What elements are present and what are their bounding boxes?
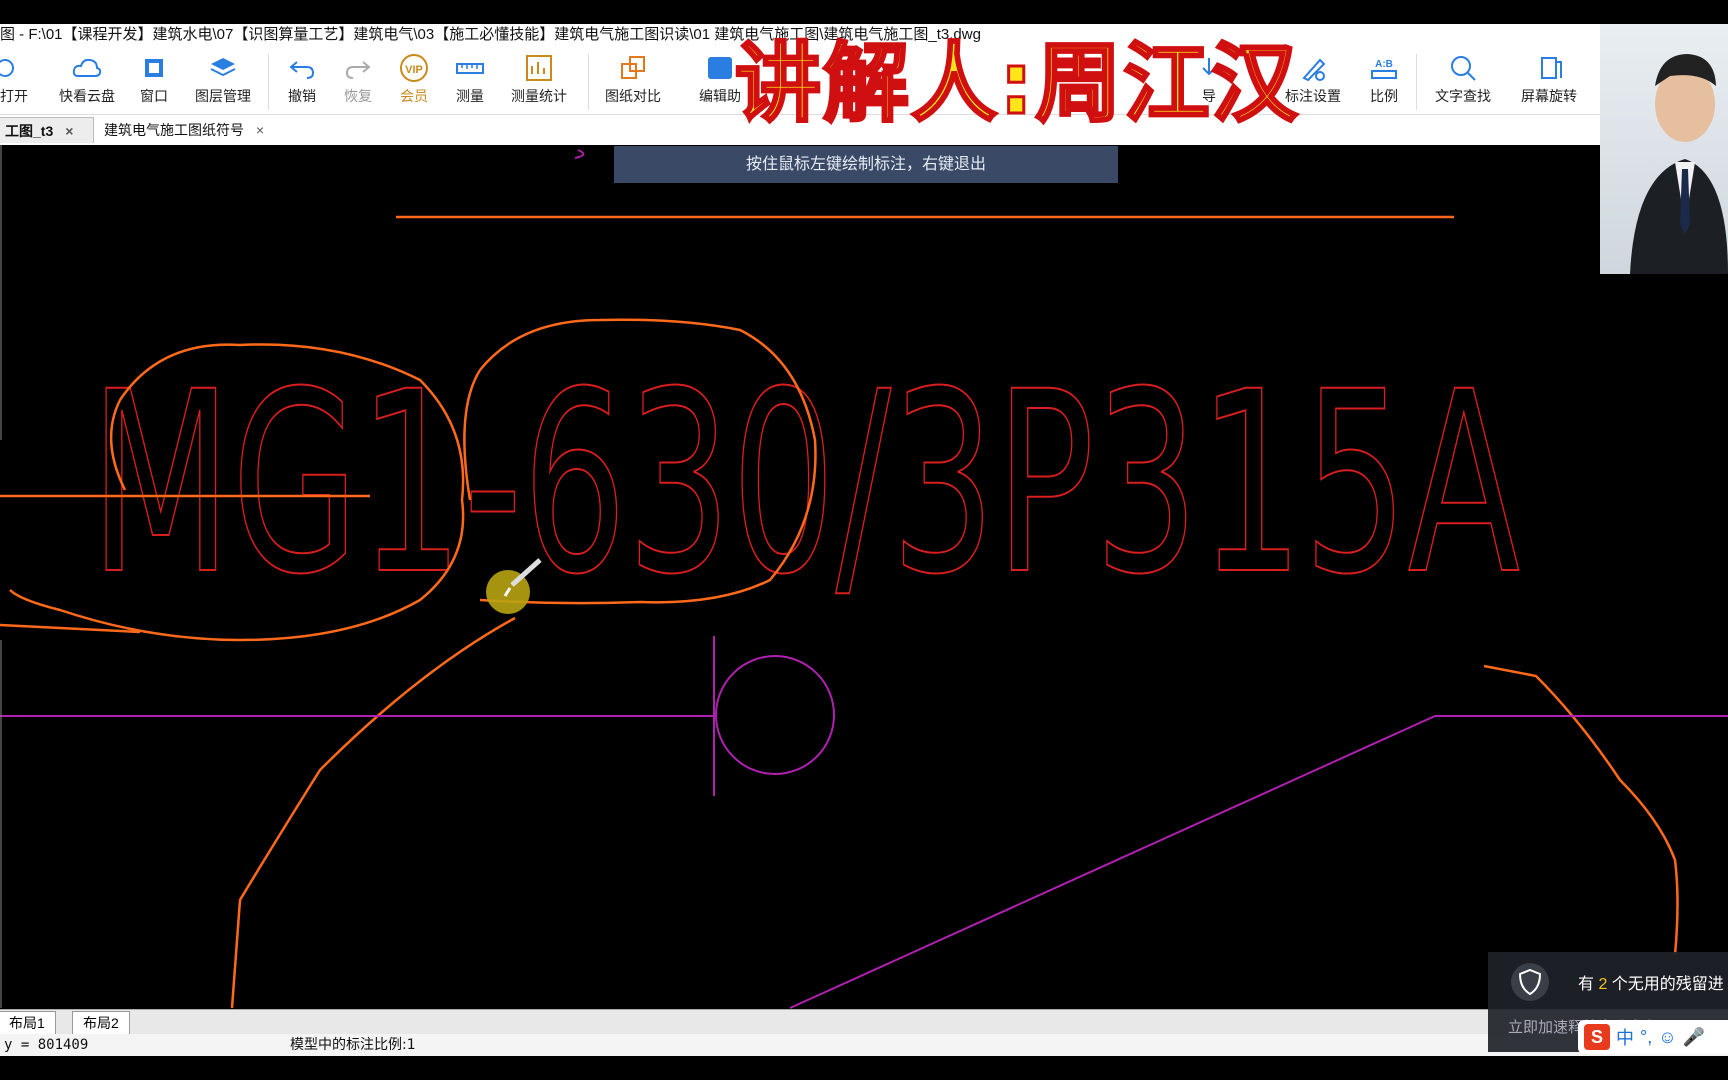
toolbar-divider [588,54,589,110]
scale-label: 比例 [1370,88,1398,104]
window-label: 窗口 [140,88,168,104]
compare-icon [621,56,645,79]
rotate-screen-label: 屏幕旋转 [1521,88,1577,104]
redo-label: 恢复 [344,88,372,104]
emoji-icon[interactable]: ☺ [1658,1027,1676,1048]
vip-label: 会员 [400,88,428,104]
layout-tab-2[interactable]: 布局2 [72,1011,130,1034]
open-icon [0,59,14,77]
toolbar-divider [1416,54,1417,110]
ime-punctuation[interactable]: °, [1640,1027,1652,1048]
vip-badge: VIP [405,64,423,76]
instruction-hint: 按住鼠标左键绘制标注，右键退出 [614,146,1118,183]
compare-button[interactable]: 图纸对比 [600,54,666,106]
bottom-black-bar [0,1056,1728,1080]
measure-stats-label: 测量统计 [511,88,567,104]
coordinate-readout: y = 801409 [4,1037,89,1053]
cad-drawing: MG1-630/3P315A [0,145,1728,1009]
rotate-icon [1541,57,1562,79]
notification-prefix: 有 [1578,976,1599,993]
stats-icon [526,55,552,81]
tab-drawing-t3[interactable]: 工图_t3 × [0,117,94,143]
window-icon [145,59,163,77]
layers-button[interactable]: 图层管理 [190,54,256,106]
layout-tabs-bar: 布局1 布局2 [0,1009,1728,1034]
rotate-screen-button[interactable]: 屏幕旋转 [1516,54,1582,106]
undo-label: 撤销 [288,88,316,104]
drawing-canvas[interactable]: MG1-630/3P315A [0,145,1728,1009]
close-icon[interactable]: × [256,122,264,138]
annotate-settings-icon [1302,58,1326,82]
scale-icon: A:B [1371,59,1397,79]
tab-label: 工图_t3 [5,123,54,139]
cloud-label: 快看云盘 [59,88,115,104]
text-search-icon [1451,56,1476,81]
measure-stats-button[interactable]: 测量统计 [506,54,572,106]
vip-icon: VIP [400,54,428,82]
layout-tab-1[interactable]: 布局1 [0,1011,56,1034]
ruler-icon [456,63,484,74]
undo-icon [289,61,315,79]
window-button[interactable]: 窗口 [134,54,174,106]
presenter-webcam [1600,24,1728,274]
compare-label: 图纸对比 [605,88,661,104]
tab-label: 建筑电气施工图纸符号 [104,122,244,138]
measure-label: 测量 [456,88,484,104]
presenter-photo [1630,54,1728,274]
notification-message: 有 2 个无用的残留进 [1578,970,1724,994]
cloud-button[interactable]: 快看云盘 [52,54,122,106]
redo-icon [345,61,371,79]
scale-button[interactable]: A:B 比例 [1366,54,1402,106]
redo-button[interactable]: 恢复 [338,54,378,106]
ime-mode[interactable]: 中 [1616,1024,1634,1050]
edit-icon [708,57,732,79]
vip-button[interactable]: VIP 会员 [394,54,434,106]
layers-label: 图层管理 [195,88,251,104]
undo-button[interactable]: 撤销 [282,54,322,106]
drawing-label: MG1-630/3P315A [90,338,1520,629]
close-icon[interactable]: × [65,123,73,139]
text-search-label: 文字查找 [1435,88,1491,104]
text-search-button[interactable]: 文字查找 [1430,54,1496,106]
measure-button[interactable]: 测量 [450,54,490,106]
scale-badge: A:B [1375,59,1393,70]
top-black-bar [0,0,1728,24]
status-bar: y = 801409 模型中的标注比例:1 [0,1034,1728,1056]
cloud-icon [72,58,102,77]
open-label: 打开 [0,88,28,104]
open-button[interactable]: 打开 [0,54,36,106]
microphone-icon[interactable]: 🎤 [1683,1027,1705,1048]
tab-symbols[interactable]: 建筑电气施工图纸符号 × [96,117,292,143]
notification-suffix: 个无用的残留进 [1607,976,1724,993]
toolbar-divider [268,54,269,110]
annotation-scale-text: 模型中的标注比例:1 [290,1037,416,1053]
presenter-banner: 讲解人:周江汉 [733,33,1300,136]
ime-toolbar[interactable]: S 中 °, ☺ 🎤 [1578,1020,1728,1054]
shield-icon [1511,963,1549,1001]
layers-icon [210,58,236,77]
sogou-logo-icon: S [1584,1024,1610,1050]
